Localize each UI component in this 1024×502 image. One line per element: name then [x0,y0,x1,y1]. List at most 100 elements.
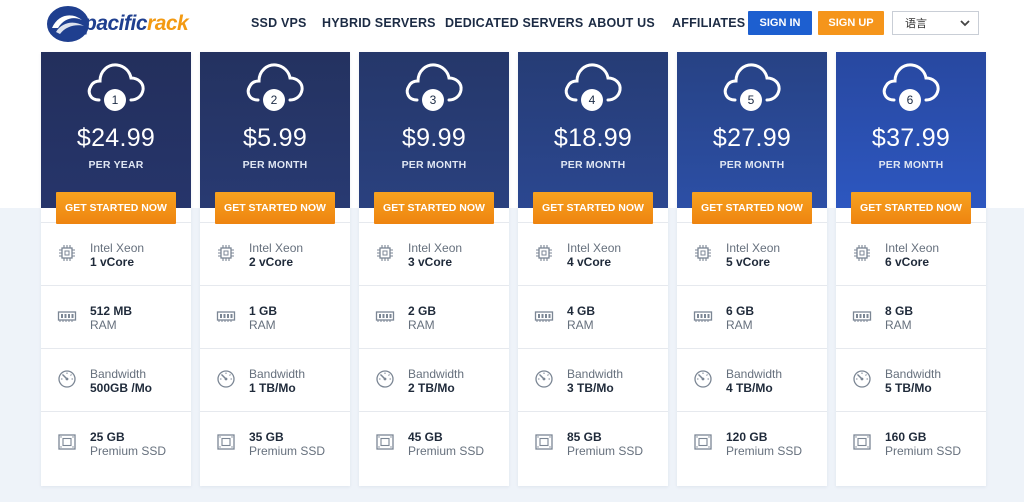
plan-card-2: 2 $5.99 PER MONTH GET STARTED NOW Intel … [200,52,350,486]
spec-cpu-line2: 3 vCore [408,255,453,269]
spec-cpu-line1: Intel Xeon [408,241,463,255]
spec-bandwidth: Bandwidth 2 TB/Mo [359,348,509,411]
spec-bandwidth-line2: 5 TB/Mo [885,381,932,395]
plan-number: 1 [104,89,126,111]
nav-about-us[interactable]: ABOUT US [588,0,655,46]
spec-bandwidth-line1: Bandwidth [885,367,942,381]
spec-ram-line2: RAM [885,318,912,332]
spec-bandwidth-line1: Bandwidth [567,367,624,381]
spec-bandwidth-line2: 3 TB/Mo [567,381,614,395]
spec-cpu-line2: 5 vCore [726,255,771,269]
spec-bandwidth: Bandwidth 5 TB/Mo [836,348,986,411]
spec-bandwidth-line2: 2 TB/Mo [408,381,455,395]
plan-number: 5 [740,89,762,111]
nav-item-label: HYBRID SERVERS [322,16,436,30]
plan-card-3: 3 $9.99 PER MONTH GET STARTED NOW Intel … [359,52,509,486]
nav-affiliates[interactable]: AFFILIATES [672,0,745,46]
spec-cpu: Intel Xeon 3 vCore [359,222,509,285]
spec-bandwidth-line1: Bandwidth [726,367,783,381]
hard-drive-icon [535,434,553,450]
plan-price: $24.99 [76,124,156,152]
hard-drive-icon [376,434,394,450]
plan-header: 4 $18.99 PER MONTH [518,52,668,208]
ram-module-icon [693,311,713,322]
plan-number: 3 [422,89,444,111]
ram-module-icon [57,311,77,322]
spec-ram-line2: RAM [567,318,594,332]
spec-disk: 25 GB Premium SSD [41,411,191,474]
spec-disk-line2: Premium SSD [885,444,962,458]
ram-module-icon [375,311,395,322]
brand-logo[interactable]: pacificrack [46,4,196,44]
spec-bandwidth: Bandwidth 3 TB/Mo [518,348,668,411]
language-select[interactable]: 语言 [892,11,979,35]
sign-in-button[interactable]: SIGN IN [748,11,812,35]
get-started-button[interactable]: GET STARTED NOW [533,192,653,224]
spec-disk: 45 GB Premium SSD [359,411,509,474]
plan-card-6: 6 $37.99 PER MONTH GET STARTED NOW Intel… [836,52,986,486]
spec-bandwidth-line1: Bandwidth [249,367,306,381]
spec-ram-line2: RAM [249,318,276,332]
plan-billing-period: PER MONTH [242,159,308,171]
spec-disk-line1: 45 GB [408,430,443,444]
cpu-chip-icon [536,245,552,261]
spec-bandwidth-line2: 500GB /Mo [90,381,153,395]
spec-ram: 2 GB RAM [359,285,509,348]
get-started-button[interactable]: GET STARTED NOW [692,192,812,224]
spec-cpu-line1: Intel Xeon [90,241,145,255]
nav-item-label: ABOUT US [588,16,655,30]
ram-module-icon [216,311,236,322]
nav-dedicated-servers[interactable]: DEDICATED SERVERS [445,0,583,46]
spec-bandwidth: Bandwidth 1 TB/Mo [200,348,350,411]
spec-cpu: Intel Xeon 5 vCore [677,222,827,285]
spec-cpu: Intel Xeon 4 vCore [518,222,668,285]
cpu-chip-icon [854,245,870,261]
plan-card-1: 1 $24.99 PER YEAR GET STARTED NOW Intel … [41,52,191,486]
speedometer-icon [376,370,394,388]
spec-disk-line1: 85 GB [567,430,602,444]
spec-disk: 35 GB Premium SSD [200,411,350,474]
spec-cpu-line2: 2 vCore [249,255,294,269]
sign-up-button[interactable]: SIGN UP [818,11,884,35]
spec-bandwidth: Bandwidth 4 TB/Mo [677,348,827,411]
plan-billing-period: PER MONTH [719,159,785,171]
get-started-button[interactable]: GET STARTED NOW [851,192,971,224]
get-started-button[interactable]: GET STARTED NOW [56,192,176,224]
nav-hybrid-servers[interactable]: HYBRID SERVERS [322,0,436,46]
hard-drive-icon [694,434,712,450]
spec-disk-line2: Premium SSD [249,444,326,458]
cpu-chip-icon [59,245,75,261]
spec-disk: 160 GB Premium SSD [836,411,986,474]
spec-ram: 512 MB RAM [41,285,191,348]
speedometer-icon [535,370,553,388]
plan-number: 6 [899,89,921,111]
spec-cpu-line1: Intel Xeon [249,241,304,255]
spec-ram-line2: RAM [726,318,753,332]
plan-header: 1 $24.99 PER YEAR [41,52,191,208]
hard-drive-icon [853,434,871,450]
spec-disk-line1: 35 GB [249,430,284,444]
get-started-button[interactable]: GET STARTED NOW [374,192,494,224]
hard-drive-icon [217,434,235,450]
speedometer-icon [694,370,712,388]
spec-disk: 120 GB Premium SSD [677,411,827,474]
speedometer-icon [217,370,235,388]
brand-wordmark: pacificrack [84,12,189,35]
spec-ram: 6 GB RAM [677,285,827,348]
hard-drive-icon [58,434,76,450]
plan-card-5: 5 $27.99 PER MONTH GET STARTED NOW Intel… [677,52,827,486]
get-started-button[interactable]: GET STARTED NOW [215,192,335,224]
plan-billing-period: PER MONTH [401,159,467,171]
plan-header: 2 $5.99 PER MONTH [200,52,350,208]
spec-cpu: Intel Xeon 2 vCore [200,222,350,285]
spec-ram: 1 GB RAM [200,285,350,348]
plan-price: $9.99 [401,124,467,152]
spec-ram-line1: 4 GB [567,304,596,318]
spec-ram: 8 GB RAM [836,285,986,348]
spec-disk-line1: 120 GB [726,430,768,444]
cpu-chip-icon [377,245,393,261]
ram-module-icon [852,311,872,322]
spec-disk-line2: Premium SSD [567,444,644,458]
nav-ssd-vps[interactable]: SSD VPS [251,0,307,46]
spec-ram-line1: 512 MB [90,304,133,318]
